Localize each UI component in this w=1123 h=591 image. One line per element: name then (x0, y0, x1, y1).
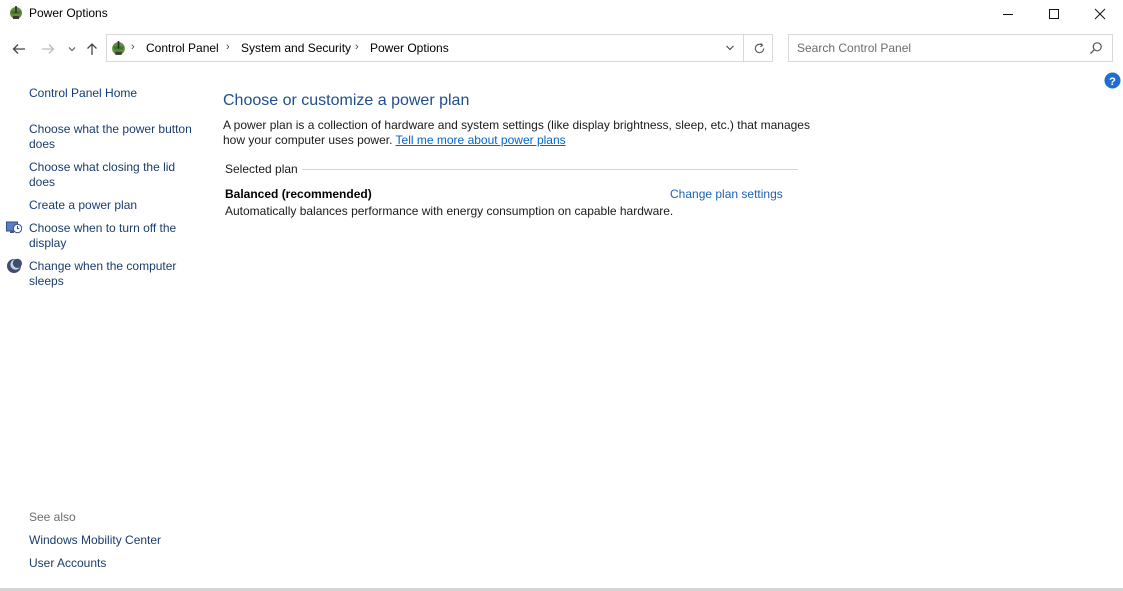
minimize-icon (1003, 14, 1013, 15)
selected-plan-heading: Selected plan (225, 162, 298, 176)
windows-mobility-center-link[interactable]: Windows Mobility Center (29, 533, 204, 548)
search-box[interactable] (788, 34, 1113, 62)
close-icon (1094, 8, 1106, 20)
power-options-icon (112, 41, 125, 55)
back-button[interactable] (9, 38, 29, 60)
see-also-heading: See also (29, 510, 76, 524)
power-button-settings-link[interactable]: Choose what the power button does (29, 122, 204, 152)
chevron-down-icon (68, 47, 76, 52)
breadcrumb-system-and-security[interactable]: System and Security (241, 41, 351, 55)
lid-settings-link[interactable]: Choose what closing the lid does (29, 160, 204, 190)
up-button[interactable] (82, 38, 102, 60)
page-description: A power plan is a collection of hardware… (223, 118, 813, 148)
refresh-button[interactable] (745, 35, 773, 61)
arrow-left-icon (12, 44, 25, 54)
address-bar[interactable]: › Control Panel › System and Security › … (106, 34, 773, 62)
window-title: Power Options (29, 6, 108, 20)
page-title: Choose or customize a power plan (223, 92, 470, 109)
breadcrumb-control-panel[interactable]: Control Panel (146, 41, 219, 55)
moon-icon (7, 258, 22, 273)
section-divider (302, 169, 798, 170)
chevron-down-icon (726, 45, 734, 51)
learn-more-link[interactable]: Tell me more about power plans (396, 133, 566, 147)
display-off-settings-link[interactable]: Choose when to turn off the display (29, 221, 204, 251)
control-panel-home-link[interactable]: Control Panel Home (29, 86, 204, 101)
power-options-icon (10, 6, 22, 19)
title-bar: Power Options (0, 0, 1123, 28)
change-plan-settings-link[interactable]: Change plan settings (670, 187, 783, 201)
plan-name: Balanced (recommended) (225, 187, 372, 201)
search-input[interactable] (789, 35, 1079, 61)
help-icon[interactable]: ? (1104, 72, 1121, 89)
divider (743, 35, 744, 61)
search-icon[interactable] (1089, 41, 1103, 55)
breadcrumb-separator-icon[interactable]: › (131, 41, 135, 53)
maximize-icon (1049, 9, 1059, 19)
plan-description: Automatically balances performance with … (225, 204, 674, 218)
breadcrumb-power-options[interactable]: Power Options (370, 41, 449, 55)
refresh-icon (754, 42, 764, 53)
arrow-up-icon (87, 43, 97, 55)
breadcrumb-separator-icon[interactable]: › (226, 41, 230, 53)
svg-text:?: ? (1109, 76, 1116, 88)
create-power-plan-link[interactable]: Create a power plan (29, 198, 204, 213)
address-history-button[interactable] (719, 35, 741, 61)
maximize-button[interactable] (1031, 0, 1077, 28)
breadcrumb-separator-icon[interactable]: › (355, 41, 359, 53)
recent-locations-button[interactable] (62, 38, 82, 60)
arrow-right-icon (42, 44, 55, 54)
forward-button[interactable] (38, 38, 58, 60)
sleep-settings-link[interactable]: Change when the computer sleeps (29, 259, 204, 289)
display-clock-icon (6, 221, 22, 234)
close-button[interactable] (1077, 0, 1123, 28)
minimize-button[interactable] (985, 0, 1031, 28)
user-accounts-link[interactable]: User Accounts (29, 556, 204, 571)
